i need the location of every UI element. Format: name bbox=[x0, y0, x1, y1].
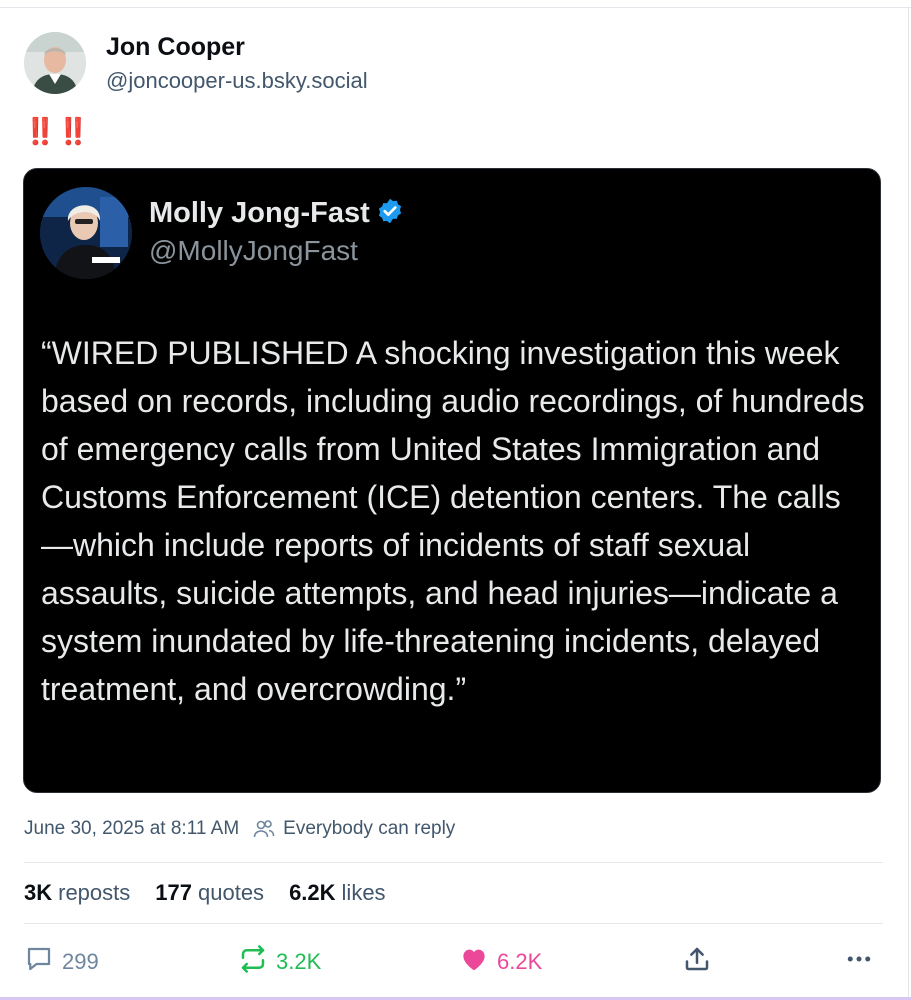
divider bbox=[24, 923, 883, 924]
likes-count: 6.2K bbox=[289, 880, 336, 905]
verified-icon bbox=[376, 197, 404, 233]
more-options-button[interactable] bbox=[844, 944, 874, 980]
reply-button[interactable]: 299 bbox=[24, 944, 99, 980]
likes-label: likes bbox=[341, 880, 386, 905]
author-avatar[interactable] bbox=[24, 32, 86, 94]
likes-stat[interactable]: 6.2K likes bbox=[289, 880, 386, 906]
reply-icon bbox=[24, 944, 54, 980]
frame-border-right bbox=[908, 7, 909, 1000]
quotes-count: 177 bbox=[155, 880, 192, 905]
quoted-name-text: Molly Jong-Fast bbox=[149, 197, 370, 229]
quoted-avatar bbox=[40, 187, 132, 279]
divider bbox=[24, 862, 883, 863]
quoted-author-name: Molly Jong-Fast bbox=[149, 197, 404, 233]
quoted-author-handle: @MollyJongFast bbox=[149, 235, 358, 266]
more-icon bbox=[844, 944, 874, 980]
author-handle[interactable]: @joncooper-us.bsky.social bbox=[106, 68, 368, 94]
reply-setting: Everybody can reply bbox=[283, 818, 456, 839]
post-timestamp[interactable]: June 30, 2025 at 8:11 AM bbox=[24, 818, 239, 840]
repost-count: 3.2K bbox=[276, 949, 322, 974]
reposts-count: 3K bbox=[24, 880, 53, 905]
reply-count: 299 bbox=[62, 949, 99, 974]
engagement-stats: 3K reposts 177 quotes 6.2K likes bbox=[24, 880, 386, 906]
share-icon bbox=[682, 944, 712, 980]
quotes-stat[interactable]: 177 quotes bbox=[155, 880, 264, 906]
post-text: ‼️‼️ bbox=[24, 116, 91, 146]
reposts-stat[interactable]: 3K reposts bbox=[24, 880, 130, 906]
like-count: 6.2K bbox=[497, 949, 543, 974]
author-name[interactable]: Jon Cooper bbox=[106, 33, 245, 62]
quoted-post-image[interactable]: Molly Jong-Fast @MollyJongFast “WIRED PU… bbox=[23, 168, 881, 793]
like-button[interactable]: 6.2K bbox=[459, 944, 542, 980]
repost-button[interactable]: 3.2K bbox=[238, 944, 321, 980]
frame-border-top bbox=[0, 7, 911, 8]
heart-icon bbox=[459, 944, 489, 980]
post-meta: June 30, 2025 at 8:11 AM Everybody can r… bbox=[24, 818, 455, 840]
quotes-label: quotes bbox=[198, 880, 265, 905]
repost-icon bbox=[238, 944, 268, 980]
quoted-body-text: “WIRED PUBLISHED A shocking investigatio… bbox=[41, 335, 865, 707]
share-button[interactable] bbox=[682, 944, 712, 980]
action-bar: 299 3.2K 6.2K bbox=[24, 944, 884, 978]
people-icon bbox=[253, 819, 275, 839]
reposts-label: reposts bbox=[58, 880, 131, 905]
